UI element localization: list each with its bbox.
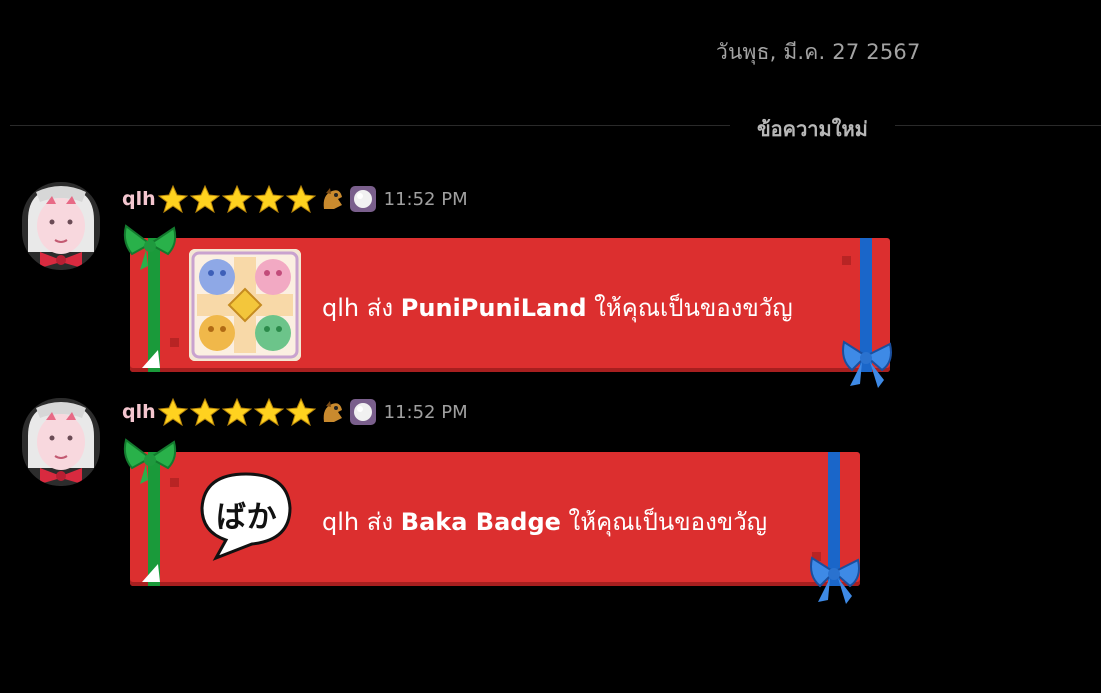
username[interactable]: qlh [122, 401, 156, 423]
gift-sender: qlh [322, 294, 360, 322]
gift-card[interactable]: ばか qlh ส่ง Baka Badge ให้คุณเป็นของขวัญ [123, 438, 860, 604]
pixel-decoration [170, 338, 179, 347]
message-header: qlh 11:52 PM [122, 185, 468, 213]
star-icon [221, 398, 252, 426]
gift-thumbnail [189, 249, 301, 361]
gift-verb: ส่ง [366, 508, 394, 536]
baka-badge-thumbnail: ばか [186, 468, 306, 562]
avatar[interactable] [22, 398, 100, 486]
star-icon [285, 185, 316, 213]
gift-message: qlh ส่ง PuniPuniLand ให้คุณเป็นของขวัญ [322, 288, 793, 327]
divider-label: ข้อความใหม่ [730, 113, 895, 145]
gift-sender: qlh [322, 508, 360, 536]
gift-suffix: ให้คุณเป็นของขวัญ [594, 294, 793, 322]
message-time: 11:52 PM [383, 188, 468, 210]
blue-bow-icon [842, 340, 892, 388]
baka-badge-text: ばか [216, 500, 277, 535]
message-time: 11:52 PM [383, 401, 468, 423]
avatar[interactable] [22, 182, 100, 270]
gift-item-name: Baka Badge [400, 508, 561, 536]
green-bow-icon [123, 224, 177, 270]
gift-message: qlh ส่ง Baka Badge ให้คุณเป็นของขวัญ [322, 502, 767, 541]
star-icon [253, 398, 284, 426]
star-icon [285, 398, 316, 426]
star-icon [157, 398, 188, 426]
star-icon [253, 185, 284, 213]
green-bow-icon [123, 438, 177, 484]
dragon-badge-icon [323, 401, 342, 422]
divider-line [10, 125, 1101, 126]
gift-suffix: ให้คุณเป็นของขวัญ [568, 508, 768, 536]
orb-badge-icon [349, 399, 376, 425]
star-icon [157, 185, 188, 213]
message-header: qlh 11:52 PM [122, 398, 468, 426]
gift-verb: ส่ง [366, 294, 394, 322]
orb-badge-icon [349, 186, 376, 212]
blue-bow-icon [810, 556, 860, 604]
star-icon [189, 398, 220, 426]
dragon-badge-icon [323, 188, 342, 209]
date-label: วันพุธ, มี.ค. 27 2567 [716, 40, 921, 64]
star-icon [221, 185, 252, 213]
pixel-decoration [842, 256, 851, 265]
username[interactable]: qlh [122, 188, 156, 210]
gift-item-name: PuniPuniLand [400, 294, 587, 322]
triangle-decoration [142, 564, 160, 582]
gift-card[interactable]: qlh ส่ง PuniPuniLand ให้คุณเป็นของขวัญ [123, 224, 892, 388]
star-icon [189, 185, 220, 213]
triangle-decoration [142, 350, 160, 368]
